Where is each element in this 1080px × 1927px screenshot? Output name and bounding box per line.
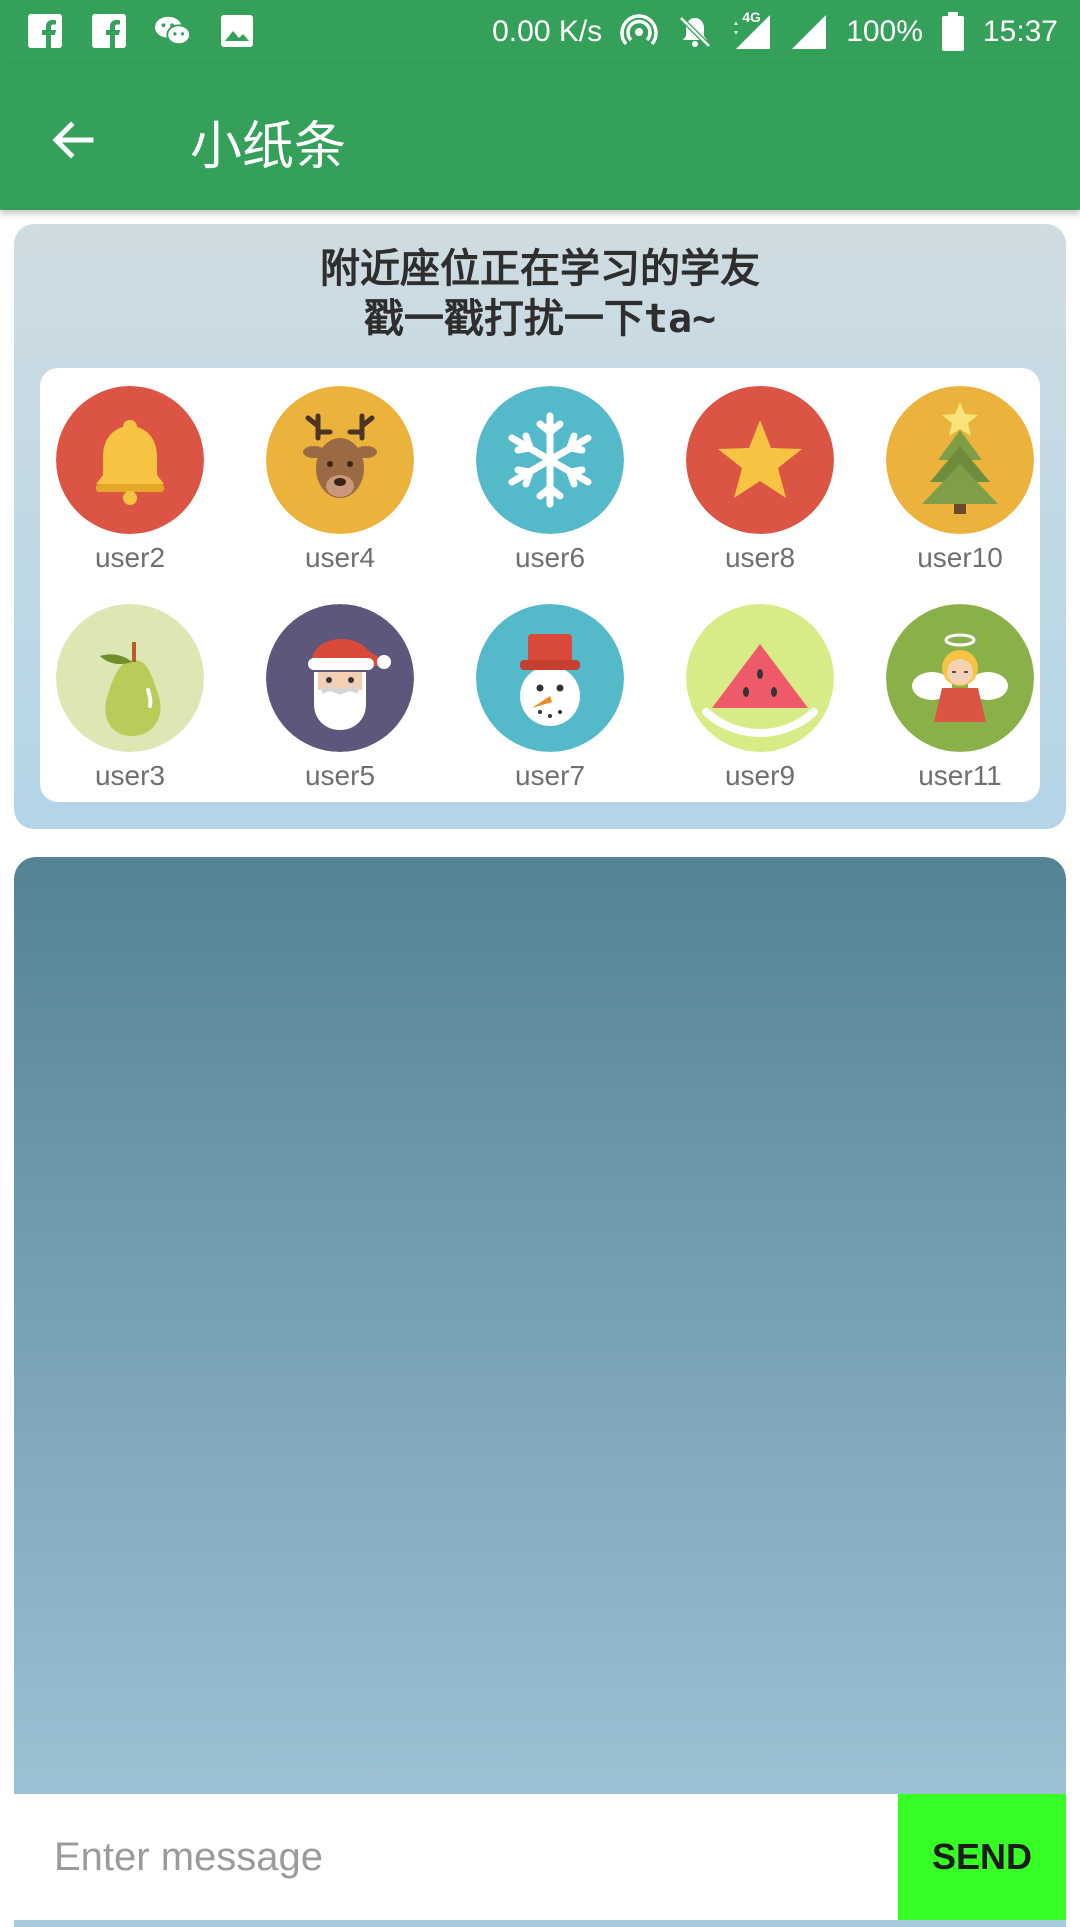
username: user7 xyxy=(514,760,586,791)
app-bar: 小纸条 xyxy=(0,64,1080,210)
snowman-icon xyxy=(476,604,624,752)
user-item[interactable]: user7 xyxy=(470,604,630,792)
nearby-users-card: 附近座位正在学习的学友 戳一戳打扰一下ta~ user2 user4 user6… xyxy=(14,224,1066,829)
nearby-heading: 附近座位正在学习的学友 戳一戳打扰一下ta~ xyxy=(14,244,1066,344)
user-item[interactable]: user2 xyxy=(50,386,210,574)
facebook-icon xyxy=(90,12,128,50)
nearby-heading-line1: 附近座位正在学习的学友 xyxy=(320,246,760,292)
username: user11 xyxy=(918,760,1002,791)
notification-icons xyxy=(26,12,256,50)
composer-bar xyxy=(0,1794,898,1920)
image-icon xyxy=(218,12,256,50)
username: user5 xyxy=(304,760,376,791)
clock: 15:37 xyxy=(982,15,1058,48)
user-item[interactable]: user4 xyxy=(260,386,420,574)
snowflake-icon xyxy=(476,386,624,534)
username: user3 xyxy=(94,760,166,791)
user-item[interactable]: user11 xyxy=(880,604,1040,792)
username: user4 xyxy=(304,542,376,573)
signal-icon xyxy=(792,15,827,49)
back-button[interactable] xyxy=(36,104,108,176)
username: user9 xyxy=(724,760,796,791)
user-item[interactable]: user6 xyxy=(470,386,630,574)
user-item[interactable]: user10 xyxy=(880,386,1040,574)
christmas-tree-icon xyxy=(886,386,1034,534)
user-item[interactable]: user9 xyxy=(680,604,840,792)
facebook-icon xyxy=(26,12,64,50)
nearby-heading-line2: 戳一戳打扰一下ta~ xyxy=(363,296,717,342)
page-title: 小纸条 xyxy=(190,117,347,177)
message-input[interactable] xyxy=(0,1794,898,1920)
user-item[interactable]: user8 xyxy=(680,386,840,574)
user-item[interactable]: user3 xyxy=(50,604,210,792)
reindeer-icon xyxy=(266,386,414,534)
wechat-icon xyxy=(154,12,192,50)
system-status: 0.00 K/s 4G 100% 15:37 xyxy=(492,9,1058,52)
signal-4g: 4G xyxy=(732,9,772,51)
net-speed: 0.00 K/s xyxy=(492,15,603,48)
mute-bell-icon xyxy=(676,13,714,51)
user-grid: user2 user4 user6 user8 user10 user3 use… xyxy=(40,368,1040,802)
username: user6 xyxy=(514,542,586,573)
watermelon-icon xyxy=(686,604,834,752)
username: user2 xyxy=(94,542,166,573)
status-bar: 0.00 K/s 4G 100% 15:37 xyxy=(0,0,1080,64)
arrow-back-icon xyxy=(52,121,94,159)
username: user10 xyxy=(917,542,1003,573)
battery-icon xyxy=(941,12,964,51)
network-type: 4G xyxy=(742,9,761,25)
message-area xyxy=(14,857,1066,1927)
send-button[interactable]: SEND xyxy=(898,1794,1066,1920)
angel-icon xyxy=(886,604,1034,752)
santa-icon xyxy=(266,604,414,752)
username: user8 xyxy=(724,542,796,573)
user-item[interactable]: user5 xyxy=(260,604,420,792)
bell-icon xyxy=(56,386,204,534)
battery-percent: 100% xyxy=(846,15,923,48)
star-icon xyxy=(686,386,834,534)
pear-icon xyxy=(56,604,204,752)
hotspot-icon xyxy=(620,13,658,51)
